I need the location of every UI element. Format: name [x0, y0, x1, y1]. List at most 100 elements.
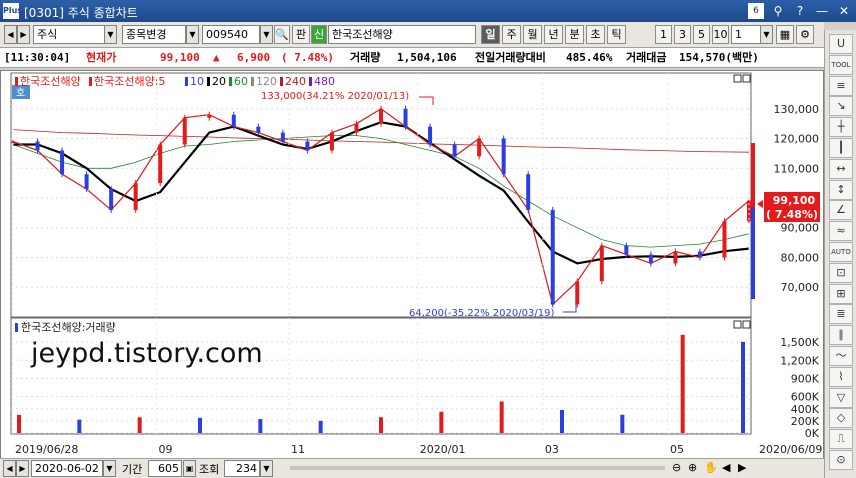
drawing-tool-1[interactable]: TOOL: [829, 54, 853, 75]
low-annotation: 64,200(-35.22% 2020/03/19): [409, 308, 554, 319]
period-tab-5[interactable]: 초: [586, 25, 605, 44]
minute-1-button[interactable]: 1: [655, 25, 672, 44]
minute-5-button[interactable]: 5: [693, 25, 710, 44]
start-date-input[interactable]: 2020-06-02: [31, 460, 103, 477]
lookup-dropdown-icon[interactable]: ▼: [260, 460, 273, 477]
change-stock-button[interactable]: 종목변경: [122, 25, 186, 44]
next-arrow-icon[interactable]: ▶: [17, 25, 30, 44]
candle-body: [428, 126, 433, 145]
lookup-icon[interactable]: ▣: [183, 460, 196, 477]
price-tick-label: 110,000: [774, 162, 820, 175]
drawing-tool-11[interactable]: ⊡: [829, 262, 853, 283]
price-panel-close-icon[interactable]: [742, 74, 751, 83]
price-tick-label: 80,000: [781, 251, 820, 264]
scroll-track[interactable]: [290, 466, 665, 470]
drawing-tool-19[interactable]: ⎍: [829, 429, 853, 450]
drawing-tool-0[interactable]: U: [829, 34, 853, 54]
current-price-value: 99,100: [160, 51, 200, 64]
x-tick-label: 03: [545, 443, 559, 456]
period-tab-6[interactable]: 틱: [607, 25, 626, 44]
candle-body: [379, 108, 383, 124]
period-tab-4[interactable]: 분: [565, 25, 584, 44]
period-input[interactable]: 605: [148, 460, 182, 477]
period-label: 기간: [122, 463, 143, 476]
candle-body: [477, 138, 482, 157]
zoom-out-icon[interactable]: ⊖: [672, 461, 681, 474]
market-dropdown-icon[interactable]: ▼: [104, 25, 117, 44]
chart-svg[interactable]: 70,00080,00090,000100,000110,000120,0001…: [1, 71, 823, 459]
scroll-forward-icon[interactable]: ▶: [738, 461, 746, 474]
volume-tick-label: 400K: [791, 403, 820, 416]
volume-tick-label: 0K: [805, 427, 820, 440]
drawing-tool-10[interactable]: AUTO: [829, 242, 853, 262]
volume-panel-minimize-icon[interactable]: [733, 320, 742, 329]
volume-panel-close-icon[interactable]: [742, 320, 751, 329]
minute-3-button[interactable]: 3: [674, 25, 691, 44]
stock-code-input[interactable]: 009540: [202, 25, 260, 44]
chart-area[interactable]: 70,00080,00090,000100,000110,000120,0001…: [0, 70, 824, 460]
drawing-tool-15[interactable]: 〜: [829, 346, 853, 366]
drawing-tool-6[interactable]: ↔: [829, 158, 853, 179]
drawing-tool-7[interactable]: ↕: [829, 179, 853, 200]
screen-number-box[interactable]: 6: [748, 3, 764, 19]
drawing-tool-16[interactable]: ⌇: [829, 366, 853, 387]
period-tab-0[interactable]: 일: [481, 25, 500, 44]
candle-body: [305, 141, 310, 151]
zoom-in-icon[interactable]: ⊕: [688, 461, 697, 474]
current-price-label: 현재가: [86, 51, 117, 64]
period-tab-2[interactable]: 월: [523, 25, 542, 44]
volume-tick-label: 600K: [791, 391, 820, 404]
date-dropdown-icon[interactable]: ▼: [103, 460, 116, 477]
price-panel-minimize-icon[interactable]: [733, 74, 742, 83]
minute-10-button[interactable]: 10: [712, 25, 729, 44]
volume-bar: [439, 411, 444, 433]
drawing-tool-13[interactable]: ≣: [829, 304, 853, 325]
drawing-tool-18[interactable]: ◇: [829, 408, 853, 429]
drawing-tool-5[interactable]: ┃: [829, 138, 853, 158]
stock-code-dropdown-icon[interactable]: ▼: [260, 25, 273, 44]
drawing-tool-4[interactable]: ┼: [829, 117, 853, 138]
x-tick-label: 11: [291, 443, 305, 456]
drawing-tool-2[interactable]: ≡: [829, 75, 853, 96]
candle-body: [280, 132, 285, 142]
price-tick-label: 130,000: [774, 103, 820, 116]
x-tick-label: 05: [670, 443, 684, 456]
candle-body: [648, 254, 653, 264]
lookup-input[interactable]: 234: [224, 460, 260, 477]
period-tab-3[interactable]: 년: [544, 25, 563, 44]
amount-value: 154,570(백만): [679, 51, 759, 64]
scroll-left-icon[interactable]: ◀: [3, 460, 16, 477]
drawing-tool-3[interactable]: ↘: [829, 96, 853, 117]
minute-input[interactable]: 1: [731, 25, 761, 44]
drawing-tool-9[interactable]: ≈: [829, 221, 853, 242]
current-price-box-value: 99,100: [773, 194, 816, 207]
candle-body: [452, 144, 457, 157]
drawing-tool-20[interactable]: ⊙: [829, 450, 853, 470]
high-annotation: 133,000(34.21% 2020/01/13): [261, 91, 409, 102]
grid-settings-icon[interactable]: ▦: [776, 25, 794, 44]
period-tab-1[interactable]: 주: [502, 25, 521, 44]
change-stock-dropdown-icon[interactable]: ▼: [186, 25, 199, 44]
prev-arrow-icon[interactable]: ◀: [4, 25, 17, 44]
watermark-text: jeypd.tistory.com: [30, 338, 263, 369]
scroll-right-icon[interactable]: ▶: [16, 460, 29, 477]
drawing-tool-8[interactable]: ∠: [829, 200, 853, 221]
pin-icon[interactable]: ⚲: [770, 3, 786, 19]
drawing-tool-12[interactable]: ⊞: [829, 283, 853, 304]
drawing-tool-14[interactable]: ∥: [829, 325, 853, 346]
volume-label: 거래량: [350, 51, 381, 64]
pan-button[interactable]: 판: [292, 25, 310, 44]
search-icon[interactable]: 🔍: [274, 25, 290, 44]
help-icon[interactable]: ?: [792, 3, 808, 19]
scroll-back-icon[interactable]: ◀: [722, 461, 730, 474]
minimize-icon[interactable]: —: [814, 3, 830, 19]
legend-item: 한국조선해양: [20, 74, 81, 88]
hand-icon[interactable]: ✋: [704, 461, 718, 474]
legend-swatch: [280, 77, 283, 86]
minute-dropdown-icon[interactable]: ▼: [760, 25, 773, 44]
volume-bar: [137, 417, 142, 433]
market-select[interactable]: 주식: [33, 25, 105, 44]
settings-icon[interactable]: ⚙: [796, 25, 814, 44]
close-icon[interactable]: ✕: [836, 3, 852, 19]
drawing-tool-17[interactable]: ▽: [829, 387, 853, 408]
